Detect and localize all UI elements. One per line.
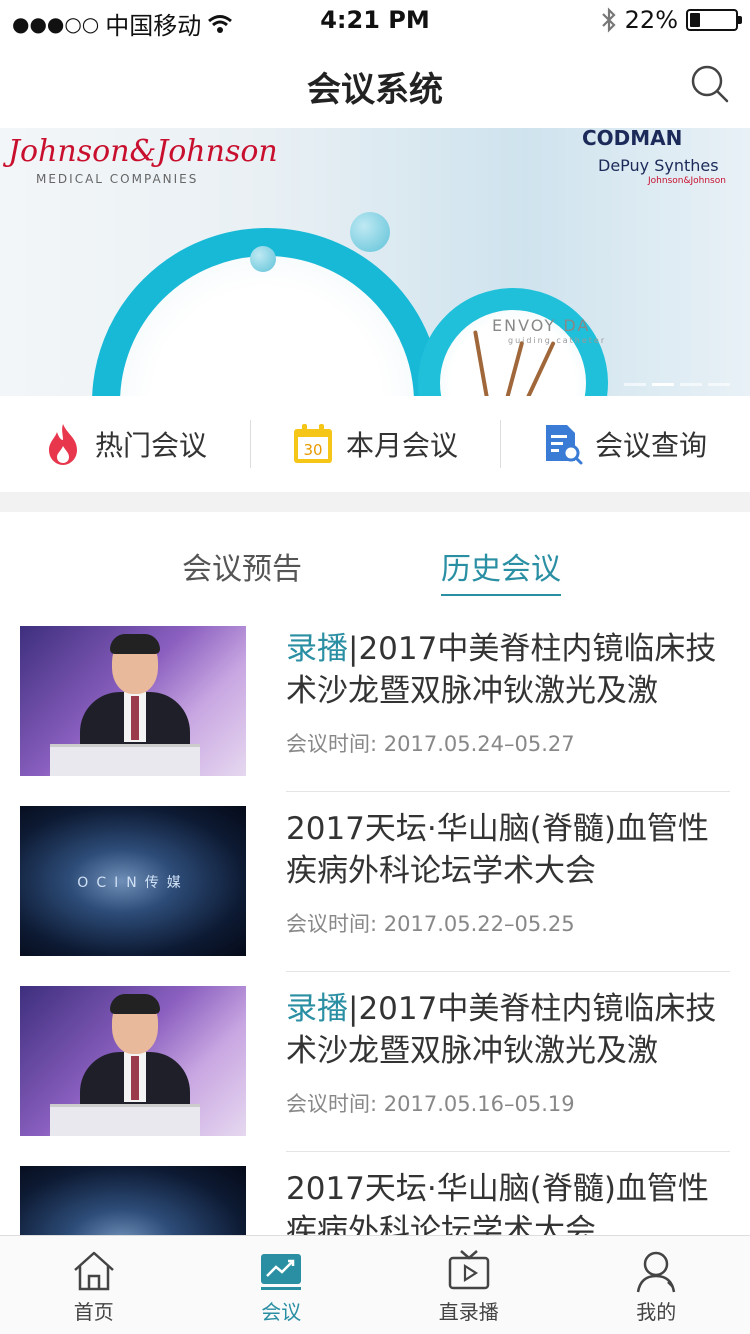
meeting-time: 会议时间: 2017.05.22–05.25 [286, 912, 575, 936]
bluetooth-icon [601, 7, 616, 33]
calendar-icon: 30 [293, 424, 332, 463]
home-icon [73, 1251, 114, 1291]
carousel-indicators [624, 383, 730, 386]
tv-play-icon [448, 1250, 489, 1290]
quick-links: 热门会议 30 本月会议 会议查询 [0, 396, 750, 492]
tabbar-label: 会议 [261, 1300, 302, 1324]
list-item[interactable]: 录播|2017中美脊柱内镜临床技术沙龙暨双脉冲钬激光及激 会议时间: 2017.… [0, 612, 750, 792]
tabbar-item-meeting[interactable]: 会议 [188, 1236, 376, 1334]
meeting-list: 录播|2017中美脊柱内镜临床技术沙龙暨双脉冲钬激光及激 会议时间: 2017.… [0, 612, 750, 1332]
banner-molecule-decoration [250, 246, 276, 272]
trend-chart-icon [261, 1254, 302, 1290]
status-bar: ●●●○○ 中国移动 4:21 PM 22% [0, 0, 750, 40]
meeting-tabs: 会议预告 历史会议 [0, 512, 750, 612]
meeting-title: 2017天坛·华山脑(脊髓)血管性疾病外科论坛学术大会 [286, 811, 709, 889]
tabbar-item-live[interactable]: 直录播 [375, 1236, 563, 1334]
tabbar-label: 首页 [73, 1300, 114, 1324]
svg-text:30: 30 [303, 441, 322, 459]
tabbar-item-home[interactable]: 首页 [0, 1236, 188, 1334]
status-right: 22% [601, 6, 742, 34]
meeting-title: 录播|2017中美脊柱内镜临床技术沙龙暨双脉冲钬激光及激 [286, 631, 717, 709]
tab-history[interactable]: 历史会议 [441, 544, 561, 596]
tabbar-item-me[interactable]: 我的 [563, 1236, 750, 1334]
battery-percent: 22% [624, 6, 678, 34]
quick-link-label: 本月会议 [345, 429, 458, 462]
banner-carousel[interactable]: Johnson&Johnson MEDICAL COMPANIES CODMAN… [0, 128, 750, 396]
page-title: 会议系统 [307, 70, 443, 110]
section-separator [0, 492, 750, 512]
replay-tag: 录播 [286, 631, 348, 667]
battery-fill [690, 13, 700, 27]
user-icon [637, 1251, 676, 1293]
list-item[interactable]: 录播|2017中美脊柱内镜临床技术沙龙暨双脉冲钬激光及激 会议时间: 2017.… [0, 972, 750, 1152]
tabbar-label: 直录播 [438, 1300, 499, 1324]
meeting-title: 录播|2017中美脊柱内镜临床技术沙龙暨双脉冲钬激光及激 [286, 991, 717, 1069]
tab-preview[interactable]: 会议预告 [182, 544, 302, 588]
banner-product-name: ENVOY DA [492, 316, 591, 335]
meeting-thumbnail [20, 986, 246, 1136]
document-search-icon [545, 425, 583, 465]
banner-wire-decoration [518, 340, 556, 396]
banner-molecule-decoration [350, 212, 390, 252]
carousel-dot[interactable] [708, 383, 730, 386]
podium-image [50, 1104, 200, 1136]
meeting-time: 会议时间: 2017.05.24–05.27 [286, 732, 575, 756]
battery-icon [686, 9, 742, 31]
quick-link-month[interactable]: 30 本月会议 [250, 396, 500, 492]
quick-link-hot[interactable]: 热门会议 [0, 396, 250, 492]
search-icon[interactable] [690, 64, 730, 104]
banner-brand-depuy-sub: Johnson&Johnson [648, 176, 726, 186]
carousel-dot[interactable] [624, 383, 646, 386]
meeting-time: 会议时间: 2017.05.16–05.19 [286, 1092, 575, 1116]
quick-link-search[interactable]: 会议查询 [500, 396, 750, 492]
bottom-tab-bar: 首页 会议 直录播 我的 [0, 1235, 750, 1334]
tabbar-label: 我的 [636, 1300, 677, 1324]
meeting-thumbnail: OCIN传媒 [20, 806, 246, 956]
replay-tag: 录播 [286, 991, 348, 1027]
banner-brand-subtitle: MEDICAL COMPANIES [36, 172, 199, 186]
nav-bar: 会议系统 [0, 40, 750, 128]
banner-product-sub: guiding catheter [508, 336, 607, 345]
quick-link-label: 会议查询 [594, 429, 707, 462]
banner-brand-logo: Johnson&Johnson [8, 134, 278, 169]
thumbnail-text: OCIN传媒 [77, 875, 189, 891]
banner-wire-decoration [499, 340, 525, 396]
fire-icon [48, 424, 77, 465]
carousel-dot[interactable] [652, 383, 674, 386]
list-item[interactable]: OCIN传媒 2017天坛·华山脑(脊髓)血管性疾病外科论坛学术大会 会议时间:… [0, 792, 750, 972]
banner-wire-decoration [473, 330, 491, 396]
podium-image [50, 744, 200, 776]
quick-link-label: 热门会议 [94, 429, 207, 462]
meeting-thumbnail [20, 626, 246, 776]
carousel-dot[interactable] [680, 383, 702, 386]
banner-brand-codman: CODMAN [582, 128, 683, 150]
banner-brand-depuy: DePuy Synthes [598, 156, 719, 175]
